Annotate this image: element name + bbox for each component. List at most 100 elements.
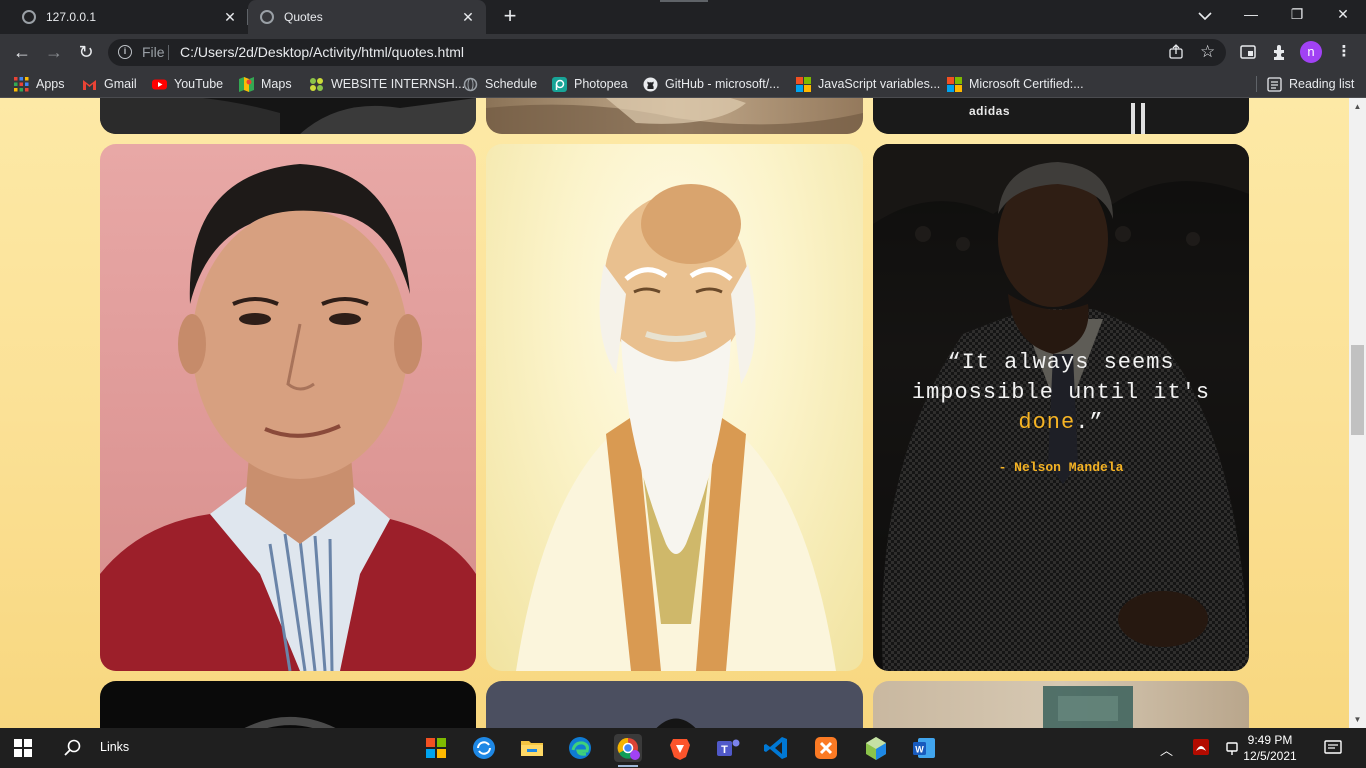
bookmark-javascript-variables[interactable]: JavaScript variables...: [796, 75, 940, 93]
file-explorer-icon[interactable]: [518, 734, 546, 762]
quote-card-top-center[interactable]: [486, 98, 863, 134]
bookmark-photopea[interactable]: Photopea: [552, 75, 628, 93]
bookmark-gmail[interactable]: Gmail: [82, 75, 137, 93]
page-content: adidas “It always seems impossible until…: [0, 98, 1366, 728]
address-bar[interactable]: i File C:/Users/2d/Desktop/Activity/html…: [108, 39, 1226, 66]
sync-app-icon[interactable]: [470, 734, 498, 762]
tab-search-icon[interactable]: [1238, 42, 1258, 62]
bookmark-label: Maps: [261, 77, 292, 91]
xampp-icon[interactable]: [812, 734, 840, 762]
bookmark-maps[interactable]: Maps: [239, 75, 292, 93]
microsoft-store-icon[interactable]: [422, 734, 450, 762]
quote-card-top-left[interactable]: [100, 98, 476, 134]
portrait-image: [100, 164, 476, 671]
bookmark-youtube[interactable]: YouTube: [152, 75, 223, 93]
bookmark-label: Schedule: [485, 77, 538, 91]
svg-text:T: T: [721, 744, 728, 756]
portrait-image: [486, 98, 863, 134]
quote-author: - Nelson Mandela: [998, 460, 1124, 475]
info-icon[interactable]: i: [118, 45, 132, 59]
tab-title: Quotes: [284, 10, 323, 24]
globe-icon: [463, 77, 478, 91]
bookmark-apps[interactable]: Apps: [14, 75, 65, 93]
quote-card-bottom-right[interactable]: [873, 681, 1249, 728]
bookmark-label: Gmail: [104, 77, 137, 91]
extensions-icon[interactable]: [1270, 42, 1290, 62]
maximize-button[interactable]: ❐: [1274, 0, 1320, 30]
active-indicator: [618, 765, 638, 767]
share-icon[interactable]: [1168, 44, 1184, 60]
file-scheme-label: File: [142, 44, 165, 60]
brave-icon[interactable]: [666, 734, 694, 762]
svg-text:W: W: [915, 745, 924, 755]
bookmark-label: WEBSITE INTERNSH...: [331, 77, 466, 91]
portrait-image: [100, 98, 476, 134]
close-window-button[interactable]: ✕: [1320, 0, 1366, 30]
bookmark-label: Microsoft Certified:...: [969, 77, 1084, 91]
clock-time: 9:49 PM: [1247, 733, 1293, 747]
bookmarks-bar: Apps Gmail YouTube Maps WEBSITE INTERNSH…: [0, 70, 1366, 98]
back-button[interactable]: ←: [8, 38, 36, 66]
quote-text: “It always seems impossible until it's d…: [903, 348, 1219, 438]
notifications-icon[interactable]: [1324, 739, 1342, 757]
scroll-up-arrow-icon[interactable]: ▲: [1349, 98, 1366, 115]
bookmark-website-internship[interactable]: WEBSITE INTERNSH...: [309, 75, 465, 93]
kebab-menu-icon[interactable]: ⋮: [1334, 42, 1354, 62]
vscode-icon[interactable]: [762, 734, 790, 762]
profile-avatar[interactable]: n: [1300, 41, 1322, 63]
forward-button[interactable]: →: [40, 38, 68, 66]
quote-card-nelson-mandela[interactable]: “It always seems impossible until it's d…: [873, 144, 1249, 671]
search-icon[interactable]: [64, 739, 82, 757]
network-tray-icon[interactable]: [1224, 739, 1240, 757]
bookmark-label: Apps: [36, 77, 65, 91]
scroll-thumb[interactable]: [1351, 345, 1364, 435]
edge-icon[interactable]: [566, 734, 594, 762]
windows-taskbar: Links T W ︿ 9:49 PM 12/5/2021: [0, 728, 1366, 768]
quote-card-jack-ma[interactable]: [100, 144, 476, 671]
minimize-button[interactable]: —: [1228, 0, 1274, 30]
url-text[interactable]: C:/Users/2d/Desktop/Activity/html/quotes…: [180, 44, 464, 60]
vertical-scrollbar[interactable]: ▲ ▼: [1349, 98, 1366, 728]
new-tab-button[interactable]: +: [498, 5, 522, 29]
reading-list-icon: [1267, 76, 1282, 92]
chrome-icon: [617, 737, 640, 760]
bookmark-github[interactable]: GitHub - microsoft/...: [643, 75, 780, 93]
address-divider: [168, 45, 169, 60]
quote-text-after: .”: [1075, 410, 1104, 435]
bookmark-microsoft-certified[interactable]: Microsoft Certified:...: [947, 75, 1084, 93]
gmail-icon: [83, 79, 96, 90]
bookmark-schedule[interactable]: Schedule: [463, 75, 537, 93]
bookmark-star-icon[interactable]: ☆: [1200, 42, 1215, 62]
chevron-down-icon[interactable]: [1196, 6, 1214, 26]
quote-card-lao-tzu[interactable]: [486, 144, 863, 671]
reload-button[interactable]: ↻: [72, 38, 100, 66]
taskbar-links-label[interactable]: Links: [100, 740, 129, 754]
globe-icon: [22, 10, 36, 24]
globe-icon: [260, 10, 274, 24]
chrome-taskbar-button[interactable]: [614, 734, 642, 767]
teams-icon[interactable]: T: [714, 734, 742, 762]
word-icon[interactable]: W: [910, 734, 938, 762]
close-tab-icon[interactable]: ✕: [222, 9, 238, 25]
photopea-icon: [552, 76, 567, 92]
portrait-image: [516, 184, 836, 671]
windows-start-icon[interactable]: [14, 739, 32, 757]
tab-quotes[interactable]: Quotes ✕: [248, 0, 486, 34]
scroll-down-arrow-icon[interactable]: ▼: [1349, 711, 1366, 728]
reading-list-button[interactable]: Reading list: [1267, 75, 1354, 93]
tab-strip: 127.0.0.1 ✕ Quotes ✕ + — ❐ ✕: [0, 0, 1366, 34]
quote-card-top-right[interactable]: adidas: [873, 98, 1249, 134]
github-icon: [643, 77, 658, 91]
cube-app-icon[interactable]: [862, 734, 890, 762]
acrobat-tray-icon[interactable]: [1192, 738, 1210, 756]
tab-localhost[interactable]: 127.0.0.1 ✕: [12, 0, 248, 34]
portrait-image: [244, 717, 336, 728]
portrait-image: [873, 98, 1249, 134]
quote-card-bottom-center[interactable]: [486, 681, 863, 728]
microsoft-icon: [947, 76, 962, 92]
show-hidden-icons-chevron-icon[interactable]: ︿: [1160, 740, 1173, 759]
taskbar-clock[interactable]: 9:49 PM 12/5/2021: [1240, 732, 1300, 764]
browser-toolbar: ← → ↻ i File C:/Users/2d/Desktop/Activit…: [0, 34, 1366, 70]
close-tab-icon[interactable]: ✕: [460, 9, 476, 25]
quote-card-bottom-left[interactable]: [100, 681, 476, 728]
